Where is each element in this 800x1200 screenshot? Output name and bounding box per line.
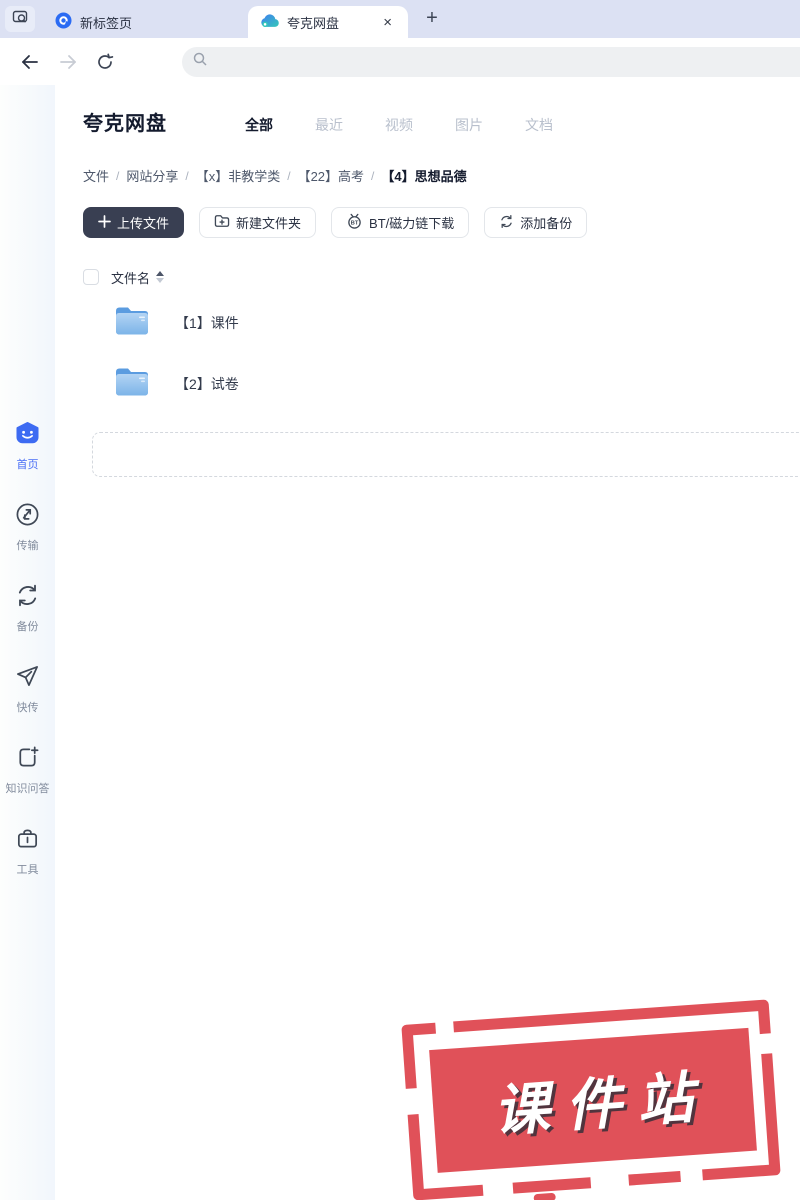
sidebar-item-label: 备份 xyxy=(16,621,39,633)
bt-magnet-icon: BT xyxy=(346,213,363,232)
breadcrumb-separator: / xyxy=(371,168,375,183)
tab-search-button[interactable] xyxy=(5,6,35,32)
upload-file-button[interactable]: 上传文件 xyxy=(83,207,185,238)
folder-name: 【1】课件 xyxy=(175,314,239,331)
page-title: 夸克网盘 xyxy=(83,113,167,135)
quark-drive-cloud-icon xyxy=(260,13,279,31)
sidebar-item-label: 快传 xyxy=(16,702,39,714)
filter-tab-video[interactable]: 视频 xyxy=(385,115,413,135)
filter-tabs: 全部 最近 视频 图片 文档 xyxy=(203,115,553,135)
breadcrumb-separator: / xyxy=(185,168,189,183)
bt-magnet-download-button[interactable]: BT BT/磁力链下载 xyxy=(331,207,470,238)
select-all-checkbox[interactable] xyxy=(83,269,99,285)
sidebar-item-label: 首页 xyxy=(16,459,39,471)
breadcrumb: 文件 / 网站分享 / 【x】非教学类 / 【22】高考 / 【4】思想品德 xyxy=(83,166,800,185)
folder-name: 【2】试卷 xyxy=(175,375,239,392)
filter-tab-doc[interactable]: 文档 xyxy=(525,115,553,135)
sidebar-item-backup[interactable]: 备份 xyxy=(15,583,40,634)
breadcrumb-item[interactable]: 网站分享 xyxy=(126,166,178,185)
browser-tab-bar: 新标签页 夸克网盘 × + xyxy=(0,0,800,38)
filename-column-header[interactable]: 文件名 xyxy=(111,268,150,287)
forward-button[interactable] xyxy=(58,54,78,70)
quick-send-icon xyxy=(15,664,40,694)
add-backup-icon xyxy=(499,214,514,232)
forward-arrow-icon xyxy=(60,54,76,69)
breadcrumb-item[interactable]: 文件 xyxy=(83,166,109,185)
sidebar-item-quick-send[interactable]: 快传 xyxy=(15,664,40,715)
browser-tab-quark-drive[interactable]: 夸克网盘 × xyxy=(248,6,408,38)
sidebar-item-tools[interactable]: 工具 xyxy=(15,826,40,877)
sidebar-item-knowledge-qa[interactable]: 知识问答 xyxy=(6,745,50,796)
quark-browser-logo-icon xyxy=(55,12,72,32)
sort-icon[interactable] xyxy=(156,271,165,283)
tools-icon xyxy=(15,826,40,856)
new-tab-button[interactable]: + xyxy=(420,6,444,30)
new-folder-icon xyxy=(214,214,230,231)
folder-icon xyxy=(113,304,151,342)
tab-search-icon xyxy=(12,9,28,30)
sidebar-item-label: 工具 xyxy=(16,864,39,876)
sidebar-item-home[interactable]: 首页 xyxy=(14,420,41,472)
file-list-header: 文件名 xyxy=(83,262,800,292)
tab-title: 夸克网盘 xyxy=(287,15,340,31)
home-smiley-icon xyxy=(14,420,41,451)
new-folder-button[interactable]: 新建文件夹 xyxy=(199,207,317,238)
browser-nav-bar xyxy=(0,38,800,85)
breadcrumb-item[interactable]: 【22】高考 xyxy=(298,166,364,185)
transfer-icon xyxy=(15,502,40,532)
search-icon xyxy=(192,51,208,72)
back-button[interactable] xyxy=(20,54,40,70)
backup-sync-icon xyxy=(15,583,40,613)
breadcrumb-item-current: 【4】思想品德 xyxy=(381,169,467,184)
action-toolbar: 上传文件 新建文件夹 BT BT/磁力链下载 添加备份 xyxy=(83,207,800,238)
filter-tab-all[interactable]: 全部 xyxy=(245,115,273,135)
sidebar-item-label: 知识问答 xyxy=(5,783,50,795)
tab-close-icon[interactable]: × xyxy=(379,13,396,32)
breadcrumb-separator: / xyxy=(116,168,120,183)
folder-icon xyxy=(113,365,151,403)
file-row-folder-1[interactable]: 【1】课件 xyxy=(83,292,800,353)
left-sidebar: 首页 传输 备份 快传 知识问答 工具 xyxy=(0,85,55,1200)
knowledge-qa-icon xyxy=(15,745,40,775)
filter-tab-image[interactable]: 图片 xyxy=(455,115,483,135)
breadcrumb-item[interactable]: 【x】非教学类 xyxy=(196,166,281,185)
address-search-bar[interactable] xyxy=(182,46,800,77)
plus-icon xyxy=(98,214,111,231)
filter-tab-recent[interactable]: 最近 xyxy=(315,115,343,135)
file-row-folder-2[interactable]: 【2】试卷 xyxy=(83,353,800,414)
add-backup-button[interactable]: 添加备份 xyxy=(484,207,588,238)
tab-title: 新标签页 xyxy=(80,15,133,31)
back-arrow-icon xyxy=(22,54,38,69)
refresh-button[interactable] xyxy=(96,53,114,71)
upload-dropzone[interactable] xyxy=(92,432,800,477)
svg-text:BT: BT xyxy=(351,221,359,227)
browser-tab-new-tab-page[interactable]: 新标签页 xyxy=(43,6,193,38)
breadcrumb-separator: / xyxy=(287,168,291,183)
drive-main-panel: 夸克网盘 全部 最近 视频 图片 文档 文件 / 网站分享 / 【x】非教学类 … xyxy=(55,85,800,1200)
sidebar-item-transfer[interactable]: 传输 xyxy=(15,502,40,553)
refresh-icon xyxy=(98,53,114,69)
sidebar-item-label: 传输 xyxy=(16,540,39,552)
